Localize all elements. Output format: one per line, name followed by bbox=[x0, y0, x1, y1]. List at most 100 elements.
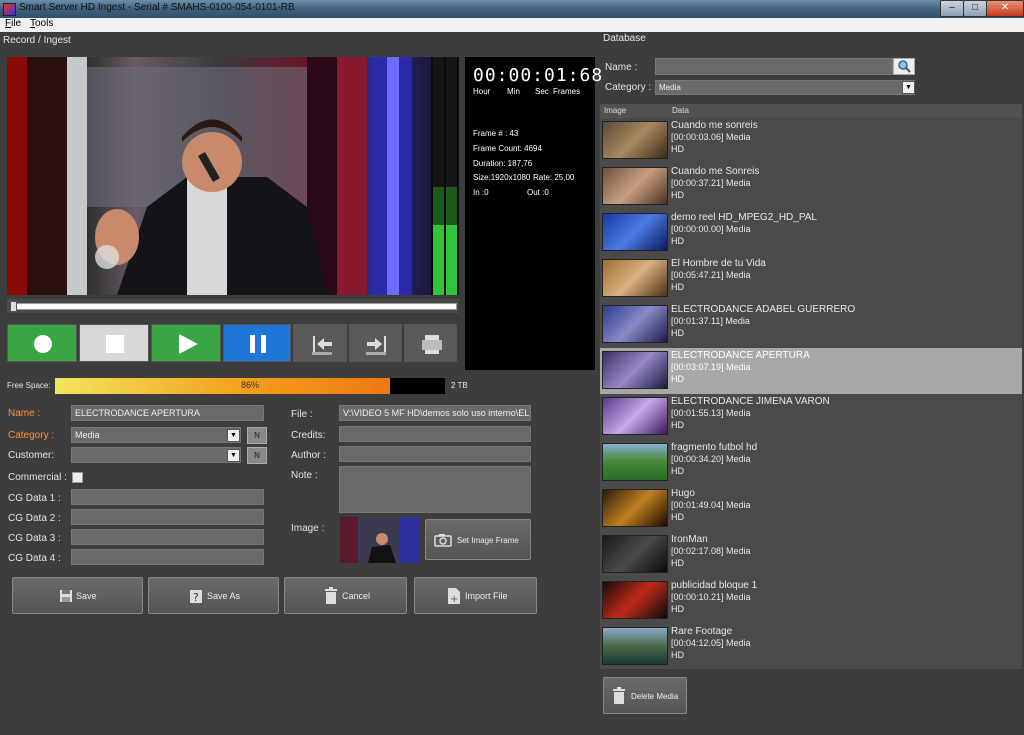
file-input[interactable]: V:\VIDEO 5 MF HD\demos solo uso interno\… bbox=[339, 405, 531, 421]
media-list-item[interactable]: El Hombre de tu Vida [00:05:47.21] Media H… bbox=[600, 256, 1022, 302]
thumbnail-picture bbox=[340, 517, 420, 563]
db-category-label: Category : bbox=[605, 82, 652, 93]
media-list-item[interactable]: demo reel HD_MPEG2_HD_PAL [00:00:00.00] M… bbox=[600, 210, 1022, 256]
media-thumbnail bbox=[602, 351, 668, 389]
column-image[interactable]: Image bbox=[604, 106, 626, 115]
import-file-button[interactable]: + Import File bbox=[414, 577, 537, 614]
save-as-button[interactable]: ? Save As bbox=[148, 577, 279, 614]
name-input[interactable]: ELECTRODANCE APERTURA bbox=[71, 405, 264, 421]
media-list-item[interactable]: ELECTRODANCE APERTURA [00:03:07.19] Media… bbox=[600, 348, 1022, 394]
media-duration-category: [00:00:03.06] Media bbox=[671, 132, 751, 142]
pause-button[interactable] bbox=[223, 324, 291, 362]
media-list-item[interactable]: publicidad bloque 1 [00:00:10.21] Media HD bbox=[600, 578, 1022, 624]
video-preview[interactable] bbox=[7, 57, 431, 295]
author-input[interactable] bbox=[339, 446, 531, 462]
maximize-button[interactable]: □ bbox=[963, 0, 987, 17]
menu-bar: File Tools bbox=[0, 18, 1024, 32]
media-list-item[interactable]: IronMan [00:02:17.08] Media HD bbox=[600, 532, 1022, 578]
free-space-label: Free Space: bbox=[7, 381, 51, 390]
pause-icon bbox=[250, 335, 266, 353]
media-format: HD bbox=[671, 512, 684, 522]
set-image-frame-button[interactable]: Set Image Frame bbox=[425, 519, 531, 560]
credits-label: Credits: bbox=[291, 430, 326, 441]
free-space-percent: 86% bbox=[240, 380, 259, 390]
free-space-total: 2 TB bbox=[451, 381, 468, 390]
note-textarea[interactable] bbox=[339, 466, 531, 513]
camera-icon bbox=[434, 534, 452, 547]
mark-out-value: Out :0 bbox=[527, 188, 549, 197]
cg-data-2-label: CG Data 2 : bbox=[8, 513, 61, 524]
media-list-item[interactable]: Hugo [00:01:49.04] Media HD bbox=[600, 486, 1022, 532]
media-thumbnail bbox=[602, 627, 668, 665]
category-dropdown-arrow-icon[interactable]: ▼ bbox=[227, 429, 240, 442]
category-new-button[interactable]: N bbox=[247, 427, 267, 444]
customer-label: Customer: bbox=[8, 450, 55, 461]
media-list[interactable]: Cuando me sonreis [00:00:03.06] Media HD Cu… bbox=[600, 104, 1022, 669]
delete-media-button[interactable]: Delete Media bbox=[603, 677, 687, 714]
stop-button[interactable] bbox=[79, 324, 149, 362]
frame-rate: Rate: 25,00 bbox=[533, 173, 575, 182]
media-format: HD bbox=[671, 328, 684, 338]
save-button[interactable]: Save bbox=[12, 577, 143, 614]
media-list-item[interactable]: ELECTRODANCE JIMENA VARON [00:01:55.13] M… bbox=[600, 394, 1022, 440]
mark-in-button[interactable] bbox=[293, 324, 347, 362]
duration: Duration: 187,76 bbox=[473, 159, 533, 168]
set-image-frame-label: Set Image Frame bbox=[457, 536, 519, 545]
mark-out-button[interactable] bbox=[349, 324, 402, 362]
save-as-label: Save As bbox=[207, 591, 241, 601]
media-title: ELECTRODANCE JIMENA VARON bbox=[671, 396, 830, 407]
customer-dropdown-arrow-icon[interactable]: ▼ bbox=[227, 449, 240, 462]
media-title: publicidad bloque 1 bbox=[671, 580, 758, 591]
media-thumbnail bbox=[602, 213, 668, 251]
media-duration-category: [00:00:10.21] Media bbox=[671, 592, 751, 602]
cg-data-4-label: CG Data 4 : bbox=[8, 553, 61, 564]
cancel-button[interactable]: Cancel bbox=[284, 577, 407, 614]
seek-bar[interactable] bbox=[7, 299, 459, 313]
record-section-title: Record / Ingest bbox=[3, 35, 71, 46]
media-list-item[interactable]: Rare Footage [00:04:12.05] Media HD bbox=[600, 624, 1022, 670]
customer-new-button[interactable]: N bbox=[247, 447, 267, 464]
column-data[interactable]: Data bbox=[672, 106, 689, 115]
media-format: HD bbox=[671, 420, 684, 430]
media-thumbnail bbox=[602, 305, 668, 343]
media-duration-category: [00:05:47.21] Media bbox=[671, 270, 751, 280]
cg-data-3-label: CG Data 3 : bbox=[8, 533, 61, 544]
cg-data-3-input[interactable] bbox=[71, 529, 264, 545]
svg-text:+: + bbox=[450, 594, 458, 605]
db-name-label: Name : bbox=[605, 62, 638, 73]
commercial-checkbox[interactable] bbox=[72, 472, 83, 483]
menu-tools[interactable]: Tools bbox=[30, 18, 53, 29]
media-list-item[interactable]: ELECTRODANCE ADABEL GUERRERO [00:01:37.11… bbox=[600, 302, 1022, 348]
play-button[interactable] bbox=[151, 324, 221, 362]
cg-data-1-input[interactable] bbox=[71, 489, 264, 505]
db-name-search-input[interactable] bbox=[655, 58, 893, 75]
media-thumbnail bbox=[602, 535, 668, 573]
media-duration-category: [00:02:17.08] Media bbox=[671, 546, 751, 556]
menu-file[interactable]: File bbox=[5, 18, 21, 29]
close-button[interactable]: ✕ bbox=[986, 0, 1024, 17]
db-search-button[interactable] bbox=[893, 58, 915, 75]
media-list-item[interactable]: fragmento futbol hd [00:00:34.20] Media HD bbox=[600, 440, 1022, 486]
credits-input[interactable] bbox=[339, 426, 531, 442]
media-format: HD bbox=[671, 190, 684, 200]
category-select[interactable]: Media bbox=[71, 427, 241, 443]
db-category-select[interactable]: Media bbox=[655, 80, 915, 95]
seek-thumb[interactable] bbox=[10, 301, 17, 312]
media-duration-category: [00:01:49.04] Media bbox=[671, 500, 751, 510]
customer-select[interactable] bbox=[71, 447, 241, 463]
media-title: ELECTRODANCE ADABEL GUERRERO bbox=[671, 304, 856, 315]
media-list-item[interactable]: Cuando me sonreis [00:00:03.06] Media HD bbox=[600, 118, 1022, 164]
snapshot-button[interactable] bbox=[404, 324, 457, 362]
db-category-dropdown-arrow-icon[interactable]: ▼ bbox=[902, 81, 915, 94]
database-section-title: Database bbox=[603, 33, 646, 44]
seek-track[interactable] bbox=[11, 303, 457, 310]
trash-icon bbox=[613, 687, 625, 704]
mark-out-icon bbox=[366, 336, 386, 355]
cg-data-2-input[interactable] bbox=[71, 509, 264, 525]
app-icon bbox=[3, 3, 16, 16]
minimize-button[interactable]: – bbox=[940, 0, 964, 17]
record-button[interactable] bbox=[7, 324, 77, 362]
media-list-item[interactable]: Cuando me Sonreis [00:00:37.21] Media HD bbox=[600, 164, 1022, 210]
media-format: HD bbox=[671, 374, 684, 384]
cg-data-4-input[interactable] bbox=[71, 549, 264, 565]
